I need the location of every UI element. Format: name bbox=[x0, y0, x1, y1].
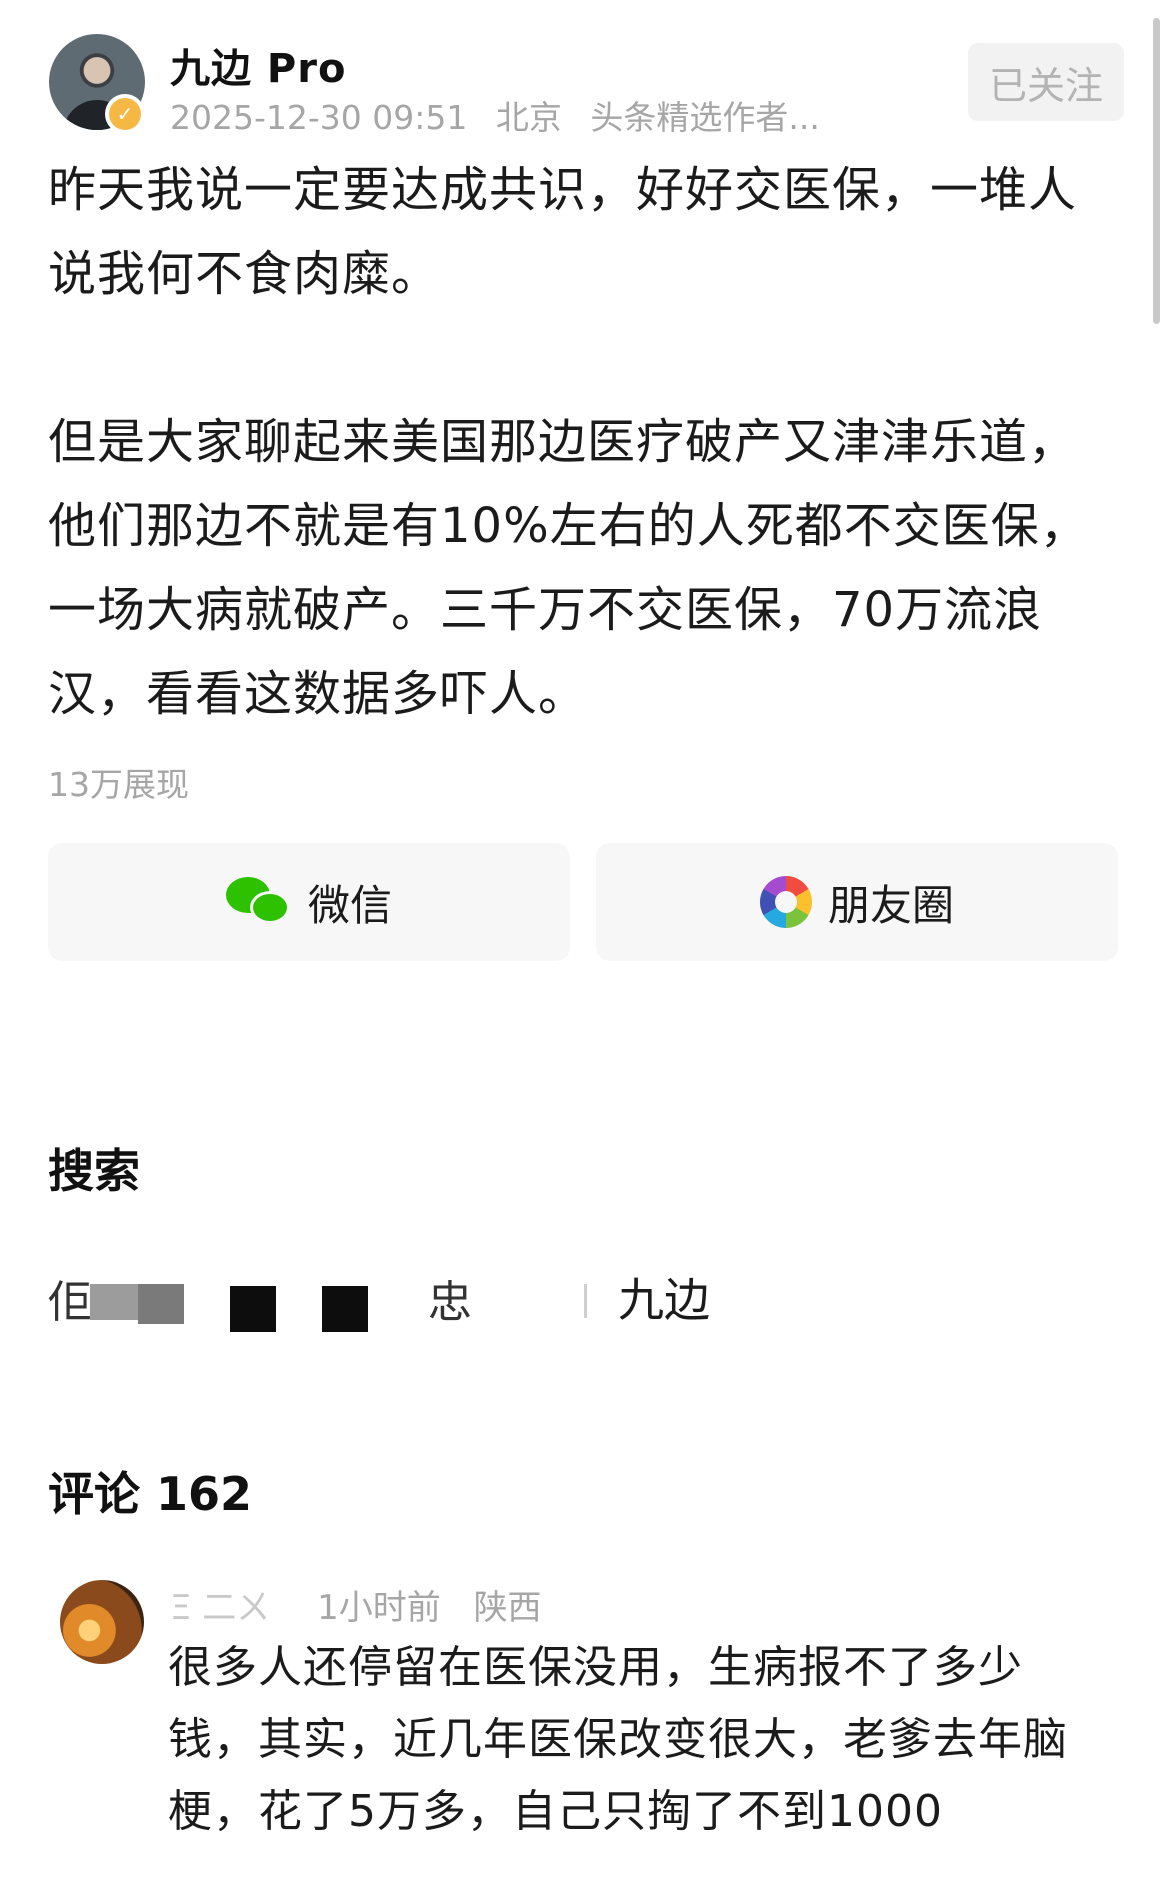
comment-meta: Ξ 二ㄨ 1小时前 陕西 bbox=[170, 1580, 564, 1629]
share-moments-label: 朋友圈 bbox=[827, 880, 954, 930]
comment-text: 很多人还停留在医保没用，生病报不了多少钱，其实，近几年医保改变很大，老爹去年脑梗… bbox=[168, 1642, 1068, 1837]
post-timestamp: 2025-12-30 09:51 bbox=[170, 98, 468, 137]
share-wechat-button[interactable]: 微信 bbox=[48, 843, 570, 961]
view-count: 13万展现 bbox=[48, 765, 189, 804]
search-suggestion-fragment[interactable]: 佢 bbox=[48, 1266, 92, 1330]
author-meta: 2025-12-30 09:51 北京 头条精选作者... bbox=[170, 91, 838, 139]
search-section-title: 搜索 bbox=[48, 1144, 140, 1198]
wechat-icon bbox=[225, 877, 292, 927]
post-location: 北京 bbox=[495, 98, 562, 137]
redaction-block bbox=[322, 1286, 368, 1332]
comment-location: 陕西 bbox=[473, 1588, 542, 1628]
share-moments-button[interactable]: 朋友圈 bbox=[596, 843, 1118, 961]
redaction-block bbox=[138, 1284, 184, 1324]
redaction-block bbox=[90, 1284, 138, 1320]
moments-icon bbox=[759, 876, 812, 928]
redaction-block bbox=[230, 1286, 276, 1332]
share-wechat-label: 微信 bbox=[307, 880, 392, 930]
verified-badge-icon: ✓ bbox=[105, 94, 145, 134]
comments-section-title: 评论 162 bbox=[48, 1467, 253, 1521]
search-suggestion-fragment[interactable]: 忠 bbox=[428, 1266, 472, 1330]
commenter-name[interactable]: Ξ 二ㄨ bbox=[170, 1588, 270, 1628]
follow-button[interactable]: 已关注 bbox=[968, 43, 1124, 121]
search-divider bbox=[584, 1284, 587, 1318]
search-suggestion[interactable]: 九边 bbox=[618, 1264, 710, 1330]
post-paragraph: 昨天我说一定要达成共识，好好交医保，一堆人说我何不食肉糜。 bbox=[48, 162, 1078, 302]
comment-time: 1小时前 bbox=[317, 1588, 441, 1628]
author-name[interactable]: 九边 Pro bbox=[170, 36, 346, 94]
author-tag: 头条精选作者... bbox=[590, 98, 820, 137]
scrollbar[interactable] bbox=[1153, 18, 1160, 324]
verified-mark-icon: ✓ bbox=[109, 98, 141, 130]
search-suggestions: 佢 忠 九边 bbox=[48, 1262, 1108, 1342]
bottom-fade bbox=[0, 1830, 1170, 1888]
post-paragraph: 但是大家聊起来美国那边医疗破产又津津乐道，他们那边不就是有10%左右的人死都不交… bbox=[48, 414, 1089, 722]
commenter-avatar[interactable] bbox=[60, 1580, 144, 1664]
